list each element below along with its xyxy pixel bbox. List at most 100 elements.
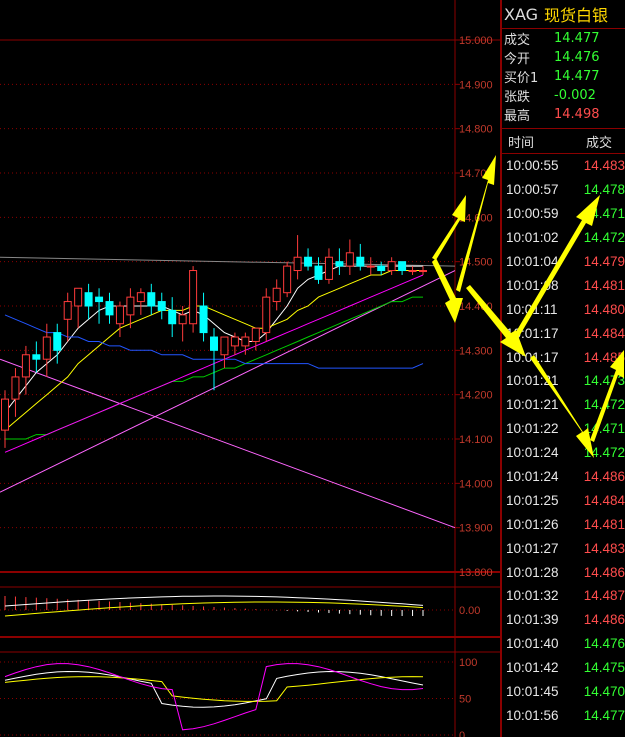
- candle-body: [147, 292, 156, 307]
- y-tick-label: 14.300: [459, 345, 493, 357]
- chart-grid: [0, 0, 500, 737]
- tick-row[interactable]: 10:01:32 14.487: [502, 584, 625, 608]
- quote-label: 张跌: [504, 90, 531, 105]
- tick-row[interactable]: 10:01:45 14.470: [502, 680, 625, 704]
- tick-row[interactable]: 10:01:24 14.472: [502, 441, 625, 465]
- tick-row[interactable]: 10:01:39 14.486: [502, 608, 625, 632]
- macd-panel: 0.00: [0, 595, 480, 617]
- y-tick-label: 13.900: [459, 523, 493, 535]
- tick-price: 14.477: [583, 707, 625, 723]
- tick-time: 10:01:42: [506, 660, 559, 676]
- candle-body: [293, 256, 302, 272]
- tick-row[interactable]: 10:01:27 14.483: [502, 536, 625, 560]
- tick-row[interactable]: 10:01:40 14.476: [502, 632, 625, 656]
- candle-body: [136, 292, 145, 303]
- tick-price: 14.483: [583, 540, 625, 556]
- tick-price: 14.478: [583, 182, 625, 198]
- tick-price: 14.484: [583, 492, 625, 508]
- tick-price: 14.471: [583, 421, 625, 437]
- tick-row[interactable]: 10:01:21 14.473: [502, 369, 625, 393]
- tick-time: 10:01:21: [506, 373, 559, 389]
- candle-body: [356, 256, 365, 267]
- macd-tick-label: 0.00: [459, 605, 480, 617]
- quote-value: -0.002: [554, 88, 596, 103]
- tick-row[interactable]: 10:01:26 14.481: [502, 512, 625, 536]
- tick-row[interactable]: 10:01:28 14.486: [502, 560, 625, 584]
- quote-row: 成交 14.477: [502, 29, 625, 48]
- candle-body: [74, 287, 83, 307]
- y-tick-label: 14.700: [459, 168, 493, 180]
- candle-body: [251, 327, 260, 342]
- tick-time: 10:01:45: [506, 684, 559, 700]
- tick-row[interactable]: 10:01:08 14.481: [502, 273, 625, 297]
- tick-row[interactable]: 10:01:04 14.479: [502, 250, 625, 274]
- tick-row[interactable]: 10:01:56 14.477: [502, 703, 625, 727]
- candle-body: [126, 296, 135, 316]
- candle-body: [345, 252, 354, 267]
- tick-row[interactable]: 10:00:57 14.478: [502, 178, 625, 202]
- tick-row[interactable]: 10:01:11 14.480: [502, 297, 625, 321]
- y-tick-label: 14.200: [459, 390, 493, 402]
- tick-time: 10:01:24: [506, 445, 559, 461]
- y-tick-label: 14.100: [459, 434, 493, 446]
- candle-body: [366, 265, 375, 268]
- candle-body: [314, 265, 323, 280]
- tick-row[interactable]: 10:01:02 14.472: [502, 226, 625, 250]
- tick-time: 10:01:26: [506, 516, 559, 532]
- quote-label: 成交: [504, 33, 531, 48]
- candle-body: [387, 261, 396, 272]
- tick-price: 14.481: [583, 516, 625, 532]
- quote-row: 今开 14.476: [502, 48, 625, 67]
- tick-row[interactable]: 10:01:17 14.485: [502, 345, 625, 369]
- candle-body: [419, 270, 427, 273]
- quote-row: 最高 14.498: [502, 105, 625, 124]
- col-time-label: 时间: [508, 135, 535, 151]
- tick-time: 10:01:28: [506, 564, 559, 580]
- tick-time: 10:01:25: [506, 492, 559, 508]
- tick-price: 14.472: [583, 445, 625, 461]
- candle-body: [157, 301, 166, 311]
- tick-row[interactable]: 10:01:21 14.472: [502, 393, 625, 417]
- tick-price: 14.484: [583, 325, 625, 341]
- quote-row: 张跌 -0.002: [502, 86, 625, 105]
- tick-row[interactable]: 10:00:55 14.483: [502, 154, 625, 178]
- candle-body: [84, 292, 93, 307]
- kdj-tick-label: 0: [459, 730, 465, 737]
- tick-time: 10:01:27: [506, 540, 559, 556]
- tick-price: 14.487: [583, 588, 625, 604]
- y-tick-label: 13.800: [459, 567, 493, 579]
- quote-label: 买价1: [504, 71, 539, 86]
- ticks-list[interactable]: 10:00:55 14.483 10:00:57 14.478 10:00:59 14.4…: [502, 154, 625, 727]
- candle-body: [95, 296, 104, 303]
- quote-label: 最高: [504, 109, 531, 124]
- price-axis: 15.000 14.900 14.800 14.700 14.600 14.500 14.4…: [459, 35, 493, 579]
- tick-row[interactable]: 10:01:17 14.484: [502, 321, 625, 345]
- candle-body: [262, 296, 271, 334]
- candle-body: [115, 305, 124, 325]
- tick-time: 10:01:11: [506, 301, 558, 317]
- tick-price: 14.485: [583, 349, 625, 365]
- y-tick-label: 14.000: [459, 478, 493, 490]
- candle-body: [53, 332, 62, 351]
- tick-time: 10:01:22: [506, 421, 559, 437]
- tick-time: 10:01:08: [506, 277, 559, 293]
- candle-body: [304, 256, 313, 267]
- y-tick-label: 14.400: [459, 301, 493, 313]
- tick-price: 14.471: [583, 206, 625, 222]
- tick-time: 10:01:21: [506, 397, 559, 413]
- y-tick-label: 15.000: [459, 35, 493, 47]
- quote-row: 买价1 14.477: [502, 67, 625, 86]
- tick-row[interactable]: 10:01:22 14.471: [502, 417, 625, 441]
- tick-time: 10:01:17: [506, 325, 559, 341]
- tick-price: 14.472: [583, 397, 625, 413]
- tick-time: 10:01:39: [506, 612, 559, 628]
- candles: [1, 235, 427, 448]
- tick-row[interactable]: 10:01:42 14.475: [502, 656, 625, 680]
- y-tick-label: 14.800: [459, 124, 493, 136]
- tick-price: 14.486: [583, 612, 625, 628]
- tick-price: 14.475: [583, 660, 625, 676]
- candle-body: [220, 336, 229, 356]
- tick-row[interactable]: 10:00:59 14.471: [502, 202, 625, 226]
- tick-row[interactable]: 10:01:25 14.484: [502, 488, 625, 512]
- tick-row[interactable]: 10:01:24 14.486: [502, 465, 625, 489]
